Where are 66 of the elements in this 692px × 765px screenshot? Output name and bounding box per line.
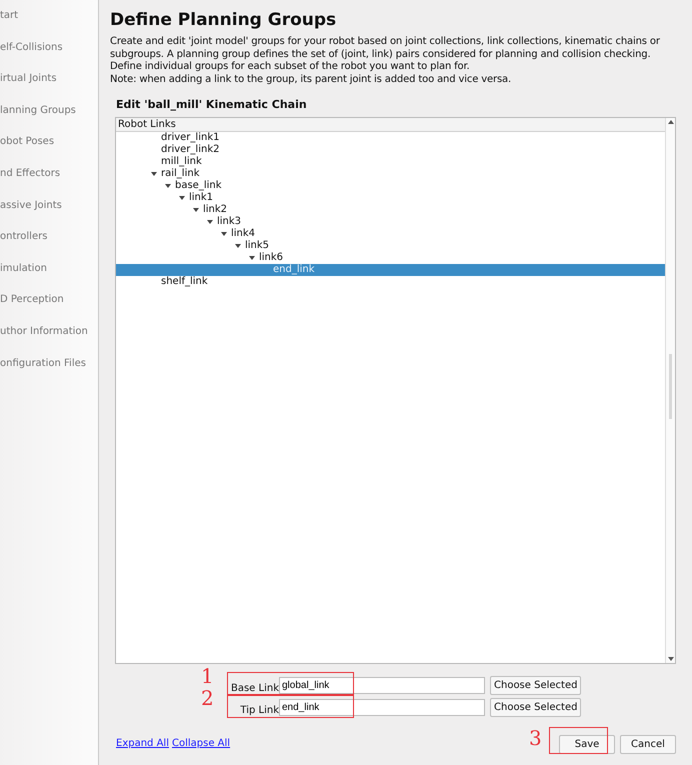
sidebar-item[interactable]: irtual Joints [0, 72, 98, 104]
choose-selected-button[interactable]: Choose Selected [490, 676, 582, 695]
tree-item-label: link6 [259, 252, 284, 263]
expanded-arrow-icon[interactable] [179, 196, 185, 200]
tree-row[interactable]: base_link [116, 180, 665, 192]
tree-row[interactable]: rail_link [116, 168, 665, 180]
editor-title: Edit 'ball_mill' Kinematic Chain [116, 98, 308, 111]
expanded-arrow-icon[interactable] [165, 184, 171, 188]
annotation-number: 1 [201, 664, 214, 688]
sidebar-item[interactable]: D Perception [0, 293, 98, 325]
tree-row[interactable]: link5 [116, 240, 665, 252]
tree-link[interactable]: Expand All [116, 738, 169, 748]
tree-row[interactable]: link6 [116, 252, 665, 264]
expanded-arrow-icon[interactable] [207, 220, 213, 224]
field-label: Base Link [230, 683, 279, 694]
dialog-button[interactable]: Save [559, 735, 615, 754]
annotation-number: 3 [529, 726, 542, 750]
tree-item-label: base_link [175, 180, 222, 191]
expanded-arrow-icon[interactable] [221, 232, 227, 236]
sidebar-item[interactable]: imulation [0, 262, 98, 294]
annotation-box [549, 727, 608, 754]
dialog-button[interactable]: Cancel [620, 735, 676, 754]
sidebar-item[interactable]: nd Effectors [0, 166, 98, 199]
tree-row[interactable]: link1 [116, 192, 665, 204]
tree-item-label: link3 [217, 216, 242, 227]
tree-link[interactable]: Collapse All [172, 738, 230, 748]
tree-row[interactable]: driver_link2 [116, 144, 665, 156]
annotation-number: 2 [201, 686, 214, 710]
sidebar-item[interactable]: uthor Information [0, 324, 98, 357]
tree-item-label: link5 [245, 240, 270, 251]
sidebar-item[interactable]: onfiguration Files [0, 356, 98, 388]
tree-row[interactable]: link2 [116, 204, 665, 216]
tree-row[interactable]: link4 [116, 228, 665, 240]
scrollbar[interactable] [665, 118, 675, 663]
expanded-arrow-icon[interactable] [151, 172, 157, 176]
tree-item-label: link1 [189, 192, 214, 203]
column-header[interactable]: Robot Links [116, 118, 665, 132]
link-input-field[interactable]: end_link [279, 699, 485, 716]
link-input-field[interactable]: global_link [279, 677, 485, 694]
tree-item-label: link4 [231, 228, 256, 239]
page-description: Create and edit 'joint model' groups for your robot based on joint collections, link collections, kinematic chains or subgroups. A planning group defines the set of (joint, link) pairs considered for planning and collision checking. Define individual groups for each subset of the robot you want to plan for. Note: when adding a link to the group, its parent joint is added too and vice versa. [110, 36, 661, 86]
tree-item-label: rail_link [161, 168, 200, 179]
sidebar-item[interactable]: ontrollers [0, 230, 98, 262]
sidebar-item[interactable]: obot Poses [0, 135, 98, 167]
expanded-arrow-icon[interactable] [193, 208, 199, 212]
page-title: Define Planning Groups [110, 10, 338, 30]
field-label: Tip Link [240, 705, 279, 716]
sidebar-item[interactable]: lanning Groups [0, 104, 98, 136]
scroll-up-arrow-icon[interactable] [668, 120, 674, 124]
choose-selected-button[interactable]: Choose Selected [490, 698, 582, 717]
tree-row[interactable]: shelf_link [116, 276, 665, 288]
tree-row[interactable]: mill_link [116, 156, 665, 168]
scroll-down-arrow-icon[interactable] [668, 657, 674, 661]
sidebar-item[interactable]: tart [0, 9, 98, 41]
tree-row[interactable]: link3 [116, 216, 665, 228]
tree-item-label: driver_link1 [161, 132, 220, 143]
tree-item-label: mill_link [161, 156, 202, 167]
sidebar-item[interactable]: assive Joints [0, 198, 98, 230]
tree-item-label: driver_link2 [161, 144, 220, 155]
tree-item-label: end_link [273, 264, 315, 275]
expanded-arrow-icon[interactable] [249, 256, 255, 260]
sidebar-item[interactable]: elf-Collisions [0, 40, 98, 72]
expanded-arrow-icon[interactable] [235, 244, 241, 248]
tree-item-label: link2 [203, 204, 228, 215]
tree-item-label: shelf_link [161, 276, 208, 287]
tree-row[interactable]: driver_link1 [116, 132, 665, 144]
